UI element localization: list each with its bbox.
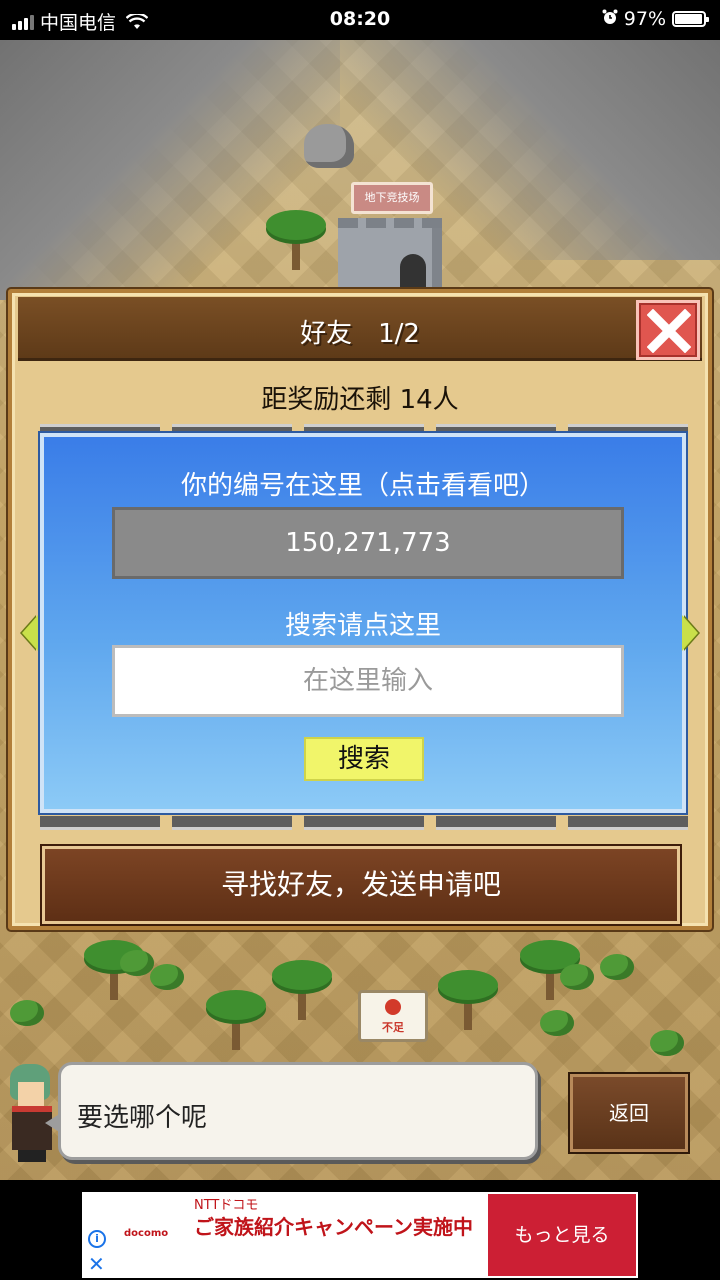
cactus-bush bbox=[560, 964, 594, 990]
find-friends-button[interactable]: 寻找好友，发送申请吧 bbox=[42, 846, 680, 924]
reward-remaining-text: 距奖励还剩 14人 bbox=[261, 385, 459, 415]
ad-headline: ご家族紹介キャンペーン実施中 bbox=[194, 1215, 473, 1239]
battery-level bbox=[675, 14, 703, 24]
info-icon[interactable]: i bbox=[88, 1230, 106, 1248]
building-sign[interactable]: 地下竞技场 bbox=[351, 182, 433, 214]
dialog-title: 好友 1/2 bbox=[300, 319, 420, 349]
ad-bar: i ✕ docomo NTTドコモ ご家族紹介キャンペーン実施中 もっと見る bbox=[0, 1180, 720, 1280]
battery-percent: 97% bbox=[623, 8, 666, 30]
player-id-label: 你的编号在这里（点击看看吧） bbox=[180, 471, 545, 501]
ad-cta-button[interactable]: もっと見る bbox=[488, 1194, 636, 1276]
palm-tree bbox=[438, 970, 498, 1030]
speech-bubble: 要选哪个呢 bbox=[45, 1062, 538, 1160]
cactus-bush bbox=[540, 1010, 574, 1036]
ad-brand-logo: docomo bbox=[124, 1228, 169, 1239]
ad-tagline: NTTドコモ bbox=[194, 1198, 259, 1213]
cactus-bush bbox=[120, 950, 154, 976]
cactus-bush bbox=[10, 1000, 44, 1026]
apple-icon bbox=[385, 999, 401, 1015]
palm-tree bbox=[266, 210, 326, 270]
player-id-field[interactable]: 150,271,773 bbox=[112, 507, 624, 579]
search-input[interactable] bbox=[112, 645, 624, 717]
close-button[interactable] bbox=[636, 300, 700, 360]
speech-text: 要选哪个呢 bbox=[77, 1103, 208, 1133]
item-sign-label: 不足 bbox=[382, 1021, 404, 1034]
status-bar: 中国电信 08:20 97% bbox=[0, 0, 720, 40]
cactus-bush bbox=[650, 1030, 684, 1056]
friend-search-panel: 你的编号在这里（点击看看吧） 150,271,773 搜索请点这里 搜索 bbox=[40, 433, 686, 813]
battery-icon bbox=[672, 11, 709, 27]
close-x-icon bbox=[647, 309, 691, 353]
arrow-left-icon[interactable] bbox=[22, 615, 38, 651]
arena-building[interactable] bbox=[338, 218, 442, 288]
cactus-bush bbox=[600, 954, 634, 980]
palm-tree bbox=[206, 990, 266, 1050]
ad-banner[interactable]: i ✕ docomo NTTドコモ ご家族紹介キャンペーン実施中 もっと見る bbox=[82, 1192, 638, 1278]
search-button[interactable]: 搜索 bbox=[304, 737, 424, 781]
rock bbox=[304, 124, 354, 168]
close-icon[interactable]: ✕ bbox=[88, 1252, 105, 1276]
palm-tree bbox=[272, 960, 332, 1020]
item-shortage-sign[interactable]: 不足 bbox=[358, 990, 428, 1042]
dialog-header: 好友 1/2 bbox=[18, 297, 702, 361]
status-right: 97% bbox=[602, 8, 709, 30]
arrow-right-icon[interactable] bbox=[682, 615, 698, 651]
friends-dialog: 好友 1/2 距奖励还剩 14人 你的编号在这里（点击看看吧） 150,271,… bbox=[8, 289, 712, 930]
friend-slots-bottom bbox=[40, 816, 688, 830]
search-label: 搜索请点这里 bbox=[284, 611, 441, 641]
alarm-clock-icon bbox=[602, 8, 618, 30]
cactus-bush bbox=[150, 964, 184, 990]
back-button[interactable]: 返回 bbox=[570, 1074, 688, 1152]
